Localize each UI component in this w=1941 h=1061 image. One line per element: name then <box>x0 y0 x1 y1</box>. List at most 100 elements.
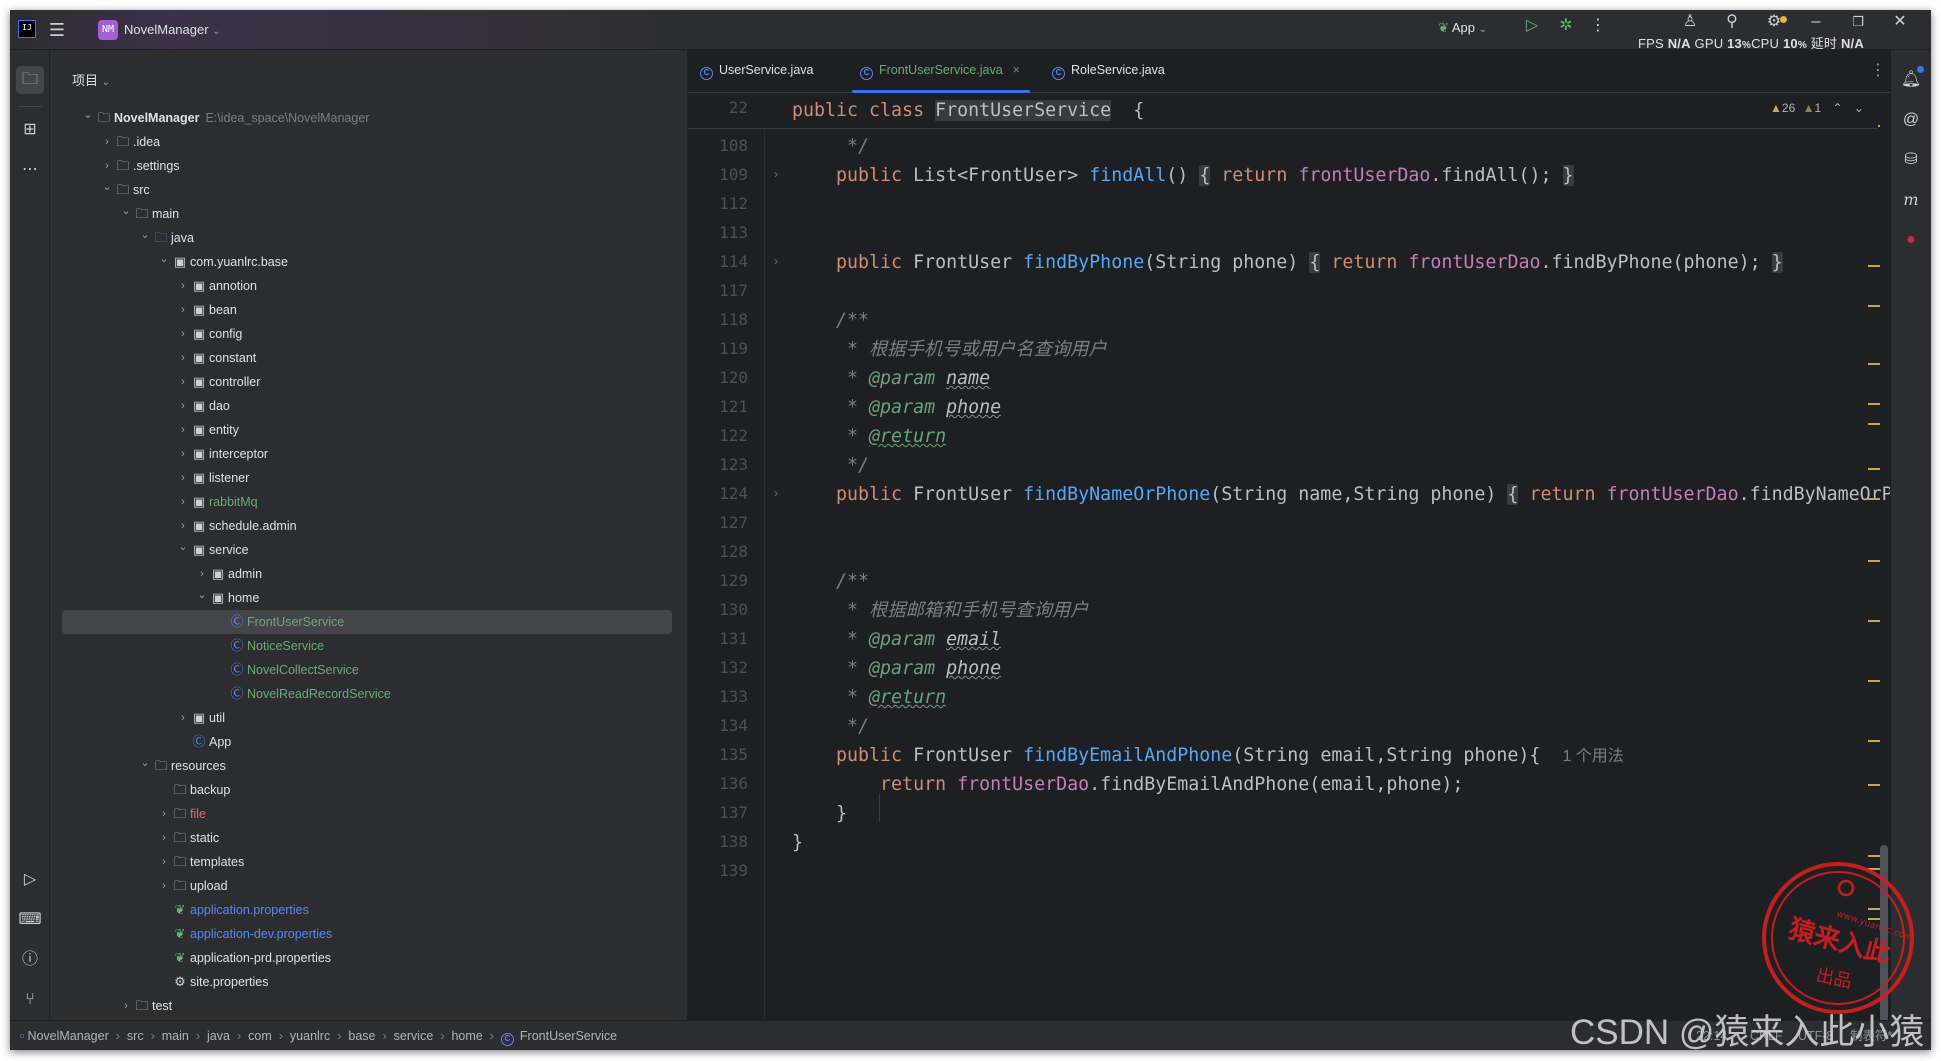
tree-item[interactable]: › 🗀 test <box>62 994 672 1018</box>
code-line[interactable]: * @return <box>792 683 946 712</box>
fold-expand-icon[interactable]: › <box>774 486 778 500</box>
chevron-right-icon[interactable]: › <box>177 322 189 346</box>
tree-item[interactable]: ❦ application-prd.properties <box>62 946 672 970</box>
maven-icon[interactable]: m <box>1897 186 1925 214</box>
warning-stripe-mark[interactable] <box>1868 498 1880 500</box>
breadcrumb-item[interactable]: home <box>451 1029 482 1043</box>
chevron-right-icon[interactable]: › <box>120 994 132 1018</box>
inspection-widget[interactable]: ▲26 ▲1 ⌃ ⌄ <box>1770 101 1864 115</box>
code-line[interactable]: * @param email <box>792 625 1001 654</box>
chevron-right-icon[interactable]: › <box>177 346 189 370</box>
editor-tabs-more-icon[interactable]: ⋮ <box>1870 60 1886 80</box>
tree-item[interactable]: Ⓒ NoticeService <box>62 634 672 658</box>
code-line[interactable]: } <box>792 799 847 828</box>
tree-item[interactable]: › ▣ entity <box>62 418 672 442</box>
code-line[interactable]: public FrontUser findByEmailAndPhone(Str… <box>792 741 1624 770</box>
warning-stripe-mark[interactable] <box>1868 423 1880 425</box>
chevron-right-icon[interactable]: › <box>177 466 189 490</box>
tab-close-icon[interactable]: × <box>1013 63 1020 77</box>
code-line[interactable]: public FrontUser findByNameOrPhone(Strin… <box>792 480 1890 509</box>
tree-item[interactable]: › ▣ listener <box>62 466 672 490</box>
tab-roleservice[interactable]: C RoleService.java <box>1052 50 1165 93</box>
more-tools-icon[interactable]: ⋯ <box>16 156 44 184</box>
warning-stripe-mark[interactable] <box>1868 265 1880 267</box>
code-line[interactable]: * 根据手机号或用户名查询用户 <box>792 335 1107 364</box>
tree-item[interactable]: ⌄ 🗀 java <box>62 226 672 250</box>
tree-item[interactable]: ❦ application.properties <box>62 898 672 922</box>
code-line[interactable]: */ <box>792 451 869 480</box>
breadcrumb-item[interactable]: src <box>127 1029 144 1043</box>
tree-item[interactable]: › ▣ rabbitMq <box>62 490 672 514</box>
tree-item[interactable]: › 🗀 static <box>62 826 672 850</box>
warning-stripe-mark[interactable] <box>1868 403 1880 405</box>
code-line[interactable]: } <box>792 828 803 857</box>
intellij-logo-icon[interactable]: IJ <box>18 20 36 38</box>
tree-item[interactable]: ⌄ 🗀 NovelManager E:\idea_space\NovelManager <box>62 106 672 130</box>
run-services-icon[interactable]: ▷ <box>16 866 44 894</box>
project-view-selector[interactable]: 项目 ⌄ <box>72 70 110 89</box>
chevron-right-icon[interactable]: › <box>177 394 189 418</box>
code-line[interactable]: /** <box>792 567 869 596</box>
chevron-right-icon[interactable]: › <box>177 298 189 322</box>
tab-frontuserservice[interactable]: C FrontUserService.java × <box>852 50 1030 93</box>
tree-item[interactable]: › 🗀 upload <box>62 874 672 898</box>
chevron-right-icon[interactable]: › <box>177 706 189 730</box>
hamburger-menu-icon[interactable]: ☰ <box>46 10 68 50</box>
tree-item[interactable]: › ▣ controller <box>62 370 672 394</box>
structure-icon[interactable]: ⊞ <box>16 116 44 144</box>
tree-item[interactable]: ⌄ 🗀 resources <box>62 754 672 778</box>
breadcrumb-item[interactable]: service <box>394 1029 434 1043</box>
code-line[interactable]: * @return <box>792 422 946 451</box>
tree-item[interactable]: › 🗀 .settings <box>62 154 672 178</box>
chevron-down-icon[interactable]: ⌄ <box>139 223 151 247</box>
code-line[interactable]: * @param phone <box>792 393 1001 422</box>
tree-item[interactable]: ⌄ ▣ home <box>62 586 672 610</box>
chevron-right-icon[interactable]: › <box>101 130 113 154</box>
warning-stripe-mark[interactable] <box>1868 680 1880 682</box>
chevron-right-icon[interactable]: › <box>158 826 170 850</box>
warning-stripe-mark[interactable] <box>1868 363 1880 365</box>
chevron-down-icon[interactable]: ⌄ <box>120 199 132 223</box>
chevron-down-icon[interactable]: ⌄ <box>158 247 170 271</box>
run-icon[interactable]: ▷ <box>1522 10 1542 46</box>
database-icon[interactable]: ⛁ <box>1897 146 1925 174</box>
tree-item[interactable]: › ▣ schedule.admin <box>62 514 672 538</box>
code-line[interactable]: * @param name <box>792 364 990 393</box>
tree-item[interactable]: › ▣ util <box>62 706 672 730</box>
tree-item[interactable]: ❦ application-dev.properties <box>62 922 672 946</box>
breadcrumb-item[interactable]: main <box>162 1029 189 1043</box>
project-folder-icon[interactable]: 🗀 <box>16 66 44 94</box>
next-highlight-icon[interactable]: ⌄ <box>1854 101 1864 115</box>
plugin-bird-icon[interactable]: ● <box>1897 226 1925 254</box>
tree-item[interactable]: › ▣ dao <box>62 394 672 418</box>
tree-item[interactable]: › ▣ config <box>62 322 672 346</box>
problems-icon[interactable]: ⓘ <box>16 946 44 974</box>
tab-userservice[interactable]: C UserService.java <box>700 50 813 93</box>
fold-expand-icon[interactable]: › <box>774 167 778 181</box>
tree-item[interactable]: ⌄ ▣ com.yuanlrc.base <box>62 250 672 274</box>
chevron-down-icon[interactable]: ⌄ <box>101 175 113 199</box>
chevron-right-icon[interactable]: › <box>177 370 189 394</box>
tree-item[interactable]: › ▣ bean <box>62 298 672 322</box>
code-editor[interactable]: C UserService.java C FrontUserService.java… <box>687 50 1890 1020</box>
debug-icon[interactable]: ✲ <box>1556 10 1576 46</box>
chevron-right-icon[interactable]: › <box>177 418 189 442</box>
tree-item[interactable]: › 🗀 file <box>62 802 672 826</box>
tree-item[interactable]: › ▣ interceptor <box>62 442 672 466</box>
code-line[interactable]: return frontUserDao.findByEmailAndPhone(… <box>792 770 1463 799</box>
chevron-right-icon[interactable]: › <box>158 850 170 874</box>
tree-item[interactable]: Ⓒ App <box>62 730 672 754</box>
breadcrumb-item[interactable]: base <box>348 1029 375 1043</box>
terminal-icon[interactable]: ⌨ <box>16 906 44 934</box>
code-line[interactable]: public FrontUser findByPhone(String phon… <box>792 248 1783 277</box>
git-icon[interactable]: ⑂ <box>16 986 44 1014</box>
code-line[interactable]: * @param phone <box>792 654 1001 683</box>
tree-item[interactable]: Ⓒ FrontUserService <box>62 610 672 634</box>
tree-item[interactable]: › ▣ constant <box>62 346 672 370</box>
chevron-right-icon[interactable]: › <box>177 442 189 466</box>
tree-item[interactable]: ⌄ 🗀 main <box>62 202 672 226</box>
tree-item[interactable]: › 🗀 templates <box>62 850 672 874</box>
breadcrumb-item[interactable]: yuanlrc <box>290 1029 330 1043</box>
tree-item[interactable]: › ▣ admin <box>62 562 672 586</box>
sticky-class-header[interactable]: 22 public class FrontUserService { ▲26 ▲… <box>688 93 1878 129</box>
